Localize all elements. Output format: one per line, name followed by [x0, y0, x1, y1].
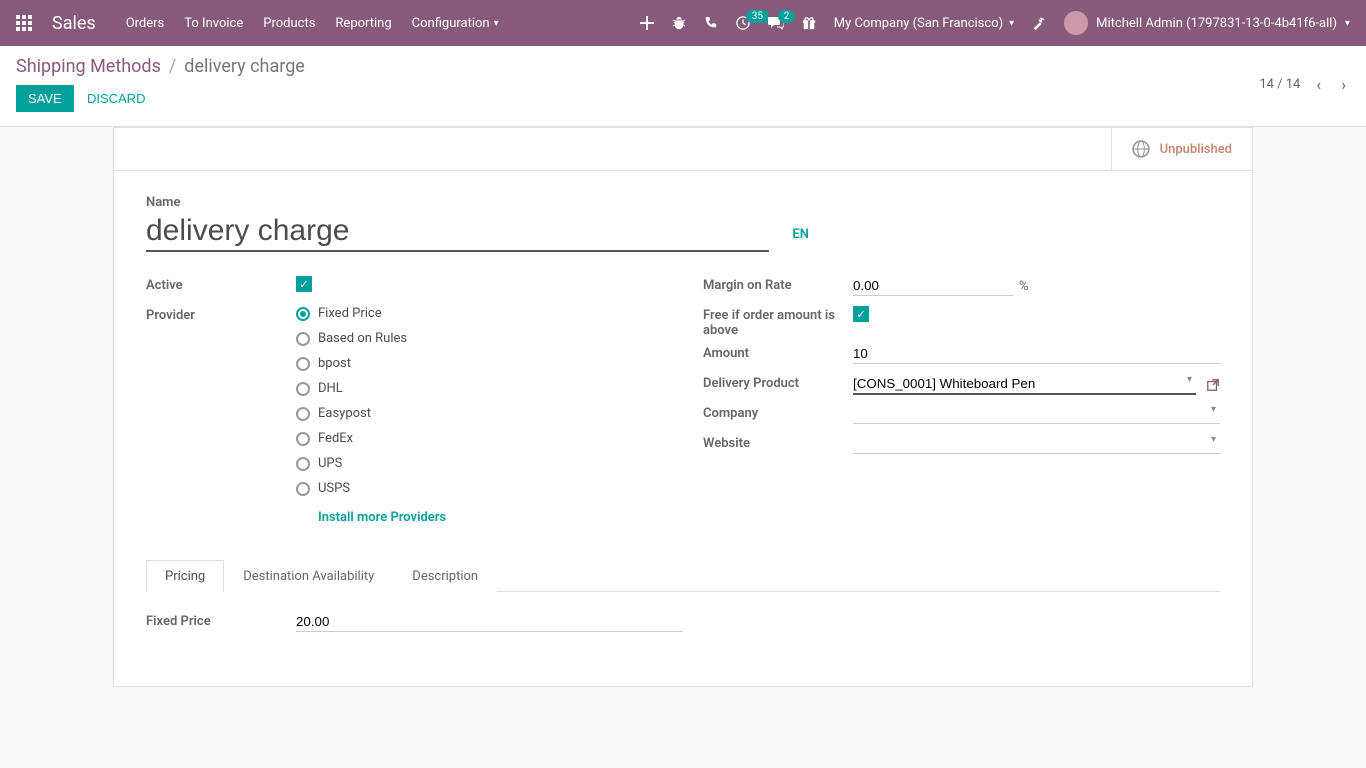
- amount-label: Amount: [703, 344, 853, 361]
- provider-radio-ups[interactable]: UPS: [296, 456, 663, 471]
- margin-input[interactable]: [853, 276, 1013, 296]
- external-link-icon[interactable]: [1206, 378, 1220, 392]
- user-menu[interactable]: Mitchell Admin (1797831-13-0-4b41f6-all)…: [1064, 11, 1350, 35]
- pager-next[interactable]: ›: [1337, 71, 1350, 98]
- apps-icon[interactable]: [16, 15, 32, 31]
- messages-icon[interactable]: 2: [768, 16, 784, 30]
- tab-pricing[interactable]: Pricing: [146, 560, 224, 592]
- breadcrumb: Shipping Methods / delivery charge: [16, 56, 305, 77]
- provider-radio-fixed-price[interactable]: Fixed Price: [296, 306, 663, 321]
- avatar: [1064, 11, 1088, 35]
- bug-icon[interactable]: [672, 16, 686, 30]
- phone-icon[interactable]: [704, 16, 718, 30]
- menu-orders[interactable]: Orders: [126, 16, 165, 31]
- pager-text: 14 / 14: [1259, 77, 1300, 92]
- free-if-label: Free if order amount is above: [703, 306, 853, 338]
- tab-destination-availability[interactable]: Destination Availability: [224, 560, 393, 592]
- delivery-product-select[interactable]: [853, 374, 1196, 395]
- pager-prev[interactable]: ‹: [1312, 71, 1325, 98]
- provider-radio-bpost[interactable]: bpost: [296, 356, 663, 371]
- tab-description[interactable]: Description: [393, 560, 497, 592]
- fixed-price-input[interactable]: [296, 612, 683, 632]
- active-checkbox[interactable]: ✓: [296, 276, 312, 292]
- provider-radio-based-on-rules[interactable]: Based on Rules: [296, 331, 663, 346]
- breadcrumb-current: delivery charge: [184, 56, 305, 77]
- margin-label: Margin on Rate: [703, 276, 853, 293]
- publish-status-button[interactable]: Unpublished: [1111, 128, 1252, 170]
- company-label: Company: [703, 404, 853, 421]
- discard-button[interactable]: DISCARD: [87, 91, 146, 106]
- brand-title[interactable]: Sales: [52, 13, 96, 34]
- gift-icon[interactable]: [802, 16, 816, 30]
- breadcrumb-parent[interactable]: Shipping Methods: [16, 56, 161, 77]
- provider-label: Provider: [146, 306, 296, 323]
- provider-radio-dhl[interactable]: DHL: [296, 381, 663, 396]
- menu-to-invoice[interactable]: To Invoice: [184, 16, 243, 31]
- plus-icon[interactable]: [640, 16, 654, 30]
- tools-icon[interactable]: [1032, 16, 1046, 30]
- name-label: Name: [146, 195, 769, 210]
- amount-input[interactable]: [853, 344, 1220, 364]
- globe-icon: [1132, 140, 1150, 158]
- fixed-price-label: Fixed Price: [146, 612, 296, 629]
- provider-radio-fedex[interactable]: FedEx: [296, 431, 663, 446]
- provider-radio-easypost[interactable]: Easypost: [296, 406, 663, 421]
- website-select[interactable]: [853, 434, 1220, 454]
- name-input[interactable]: [146, 212, 769, 252]
- activities-badge: 35: [746, 10, 769, 23]
- free-if-checkbox[interactable]: ✓: [853, 306, 869, 322]
- save-button[interactable]: SAVE: [16, 85, 74, 112]
- margin-suffix: %: [1019, 279, 1029, 294]
- company-select[interactable]: [853, 404, 1220, 424]
- install-providers-link[interactable]: Install more Providers: [318, 510, 446, 525]
- messages-badge: 2: [778, 10, 796, 23]
- activities-icon[interactable]: 35: [736, 16, 750, 30]
- website-label: Website: [703, 434, 853, 451]
- active-label: Active: [146, 276, 296, 293]
- menu-configuration[interactable]: Configuration ▾: [412, 16, 499, 31]
- menu-products[interactable]: Products: [263, 16, 315, 31]
- publish-status-text: Unpublished: [1160, 142, 1232, 157]
- delivery-product-label: Delivery Product: [703, 374, 853, 391]
- language-button[interactable]: EN: [792, 227, 809, 242]
- company-selector[interactable]: My Company (San Francisco)▾: [834, 16, 1014, 31]
- provider-radio-usps[interactable]: USPS: [296, 481, 663, 496]
- menu-reporting[interactable]: Reporting: [335, 16, 391, 31]
